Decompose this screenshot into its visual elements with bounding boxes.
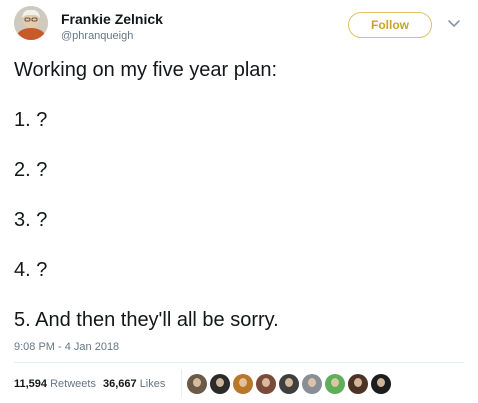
likes-stat[interactable]: 36,667 Likes [103, 378, 165, 390]
retweets-count: 11,594 [14, 378, 48, 390]
liker-face [377, 378, 385, 387]
author-handle[interactable]: @phranqueigh [61, 30, 133, 42]
liker-face [216, 378, 224, 387]
liker-avatar-icon[interactable] [279, 374, 299, 394]
tweet-timestamp[interactable]: 9:08 PM - 4 Jan 2018 [14, 341, 119, 353]
tweet-line: 1. ? [14, 109, 48, 131]
liker-face [193, 378, 201, 387]
tweet-card: Frankie Zelnick @phranqueigh Follow Work… [0, 0, 478, 403]
liker-face [308, 378, 316, 387]
tweet-line: 5. And then they'll all be sorry. [14, 309, 279, 331]
retweets-stat[interactable]: 11,594 Retweets [14, 378, 96, 390]
chevron-down-glyph [448, 20, 460, 27]
avatar-image [14, 6, 48, 40]
liker-face [239, 378, 247, 387]
tweet-line: Working on my five year plan: [14, 59, 278, 81]
profile-photo-icon[interactable] [14, 6, 48, 40]
retweets-label: Retweets [50, 378, 96, 390]
divider [14, 362, 464, 363]
liker-avatar-icon[interactable] [210, 374, 230, 394]
liker-avatar-icon[interactable] [233, 374, 253, 394]
likes-count: 36,667 [102, 378, 137, 390]
liker-avatar-icon[interactable] [256, 374, 276, 394]
divider [181, 369, 182, 397]
likes-label: Likes [139, 378, 166, 390]
tweet-line: 4. ? [14, 259, 48, 281]
tweet-text: Working on my five year plan: 1. ? 2. ? … [14, 58, 464, 358]
author-display-name[interactable]: Frankie Zelnick [61, 11, 163, 27]
liker-avatar-icon[interactable] [302, 374, 322, 394]
liker-avatar-icon[interactable] [187, 374, 207, 394]
follow-button[interactable]: Follow [348, 12, 432, 38]
liker-face [331, 378, 339, 387]
liker-face [285, 378, 293, 387]
liker-face [262, 378, 270, 387]
tweet-line: 3. ? [14, 209, 48, 231]
tweet-stats: 11,594 Retweets 36,667 Likes [14, 378, 165, 390]
liker-avatar-icon[interactable] [348, 374, 368, 394]
liker-face [354, 378, 362, 387]
tweet-line: 2. ? [14, 159, 48, 181]
chevron-down-icon[interactable] [446, 17, 462, 31]
liker-avatar-icon[interactable] [371, 374, 391, 394]
liker-avatar-icon[interactable] [325, 374, 345, 394]
